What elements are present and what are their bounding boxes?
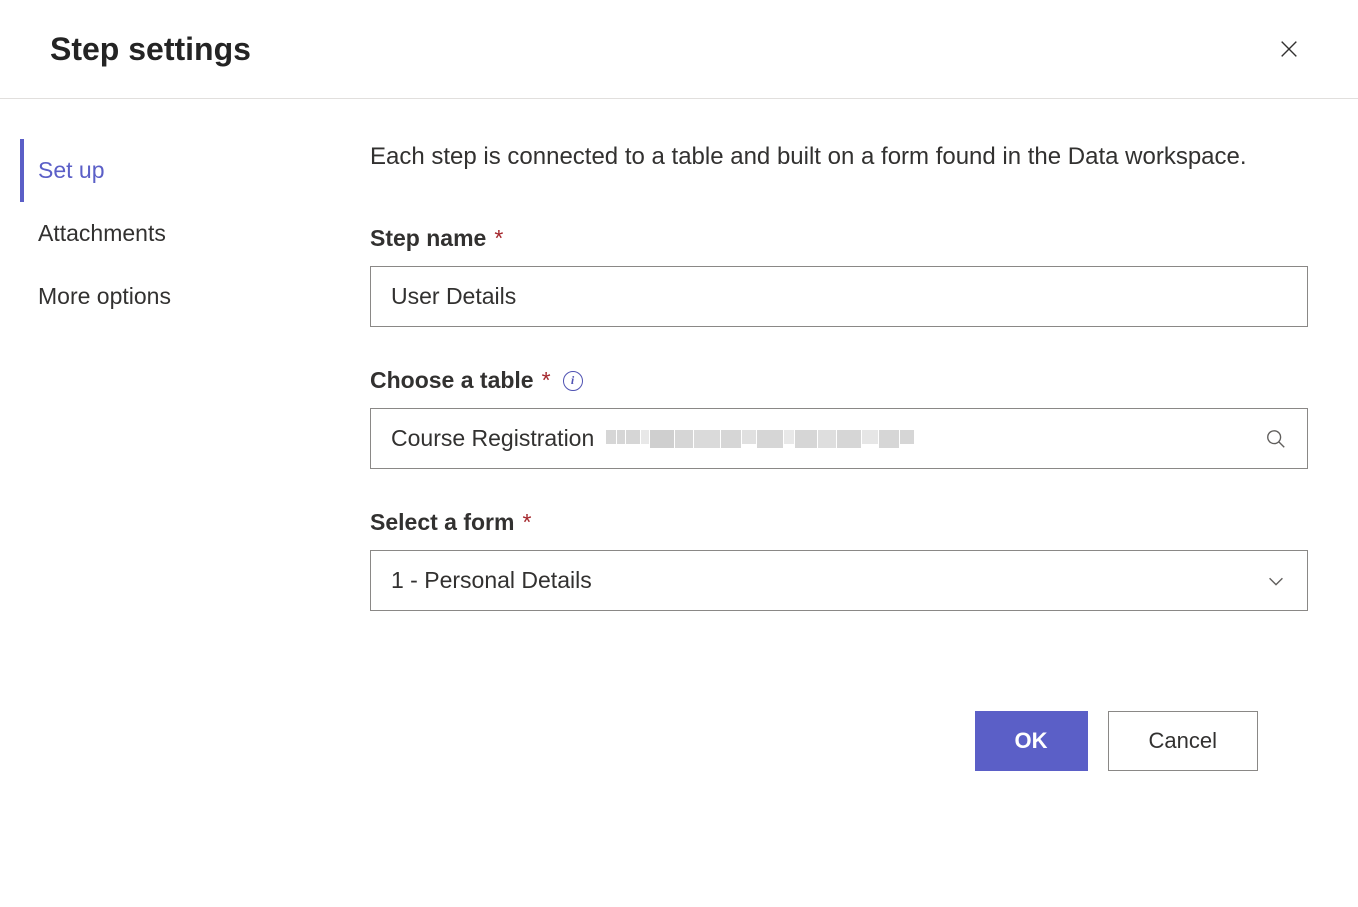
redacted-text [606, 430, 914, 448]
select-form-value: 1 - Personal Details [391, 567, 1265, 594]
choose-table-value: Course Registration [391, 425, 594, 452]
required-indicator: * [542, 367, 551, 394]
chevron-down-icon [1265, 570, 1287, 592]
dialog-footer: OK Cancel [370, 711, 1308, 771]
info-icon[interactable]: i [563, 371, 583, 391]
dialog-title: Step settings [50, 31, 251, 68]
required-indicator: * [522, 509, 531, 536]
field-select-form: Select a form * 1 - Personal Details [370, 509, 1308, 611]
ok-button[interactable]: OK [975, 711, 1088, 771]
choose-table-label-row: Choose a table * i [370, 367, 1308, 394]
field-choose-table: Choose a table * i Course Registration [370, 367, 1308, 469]
sidebar: Set up Attachments More options [0, 139, 340, 771]
setup-description: Each step is connected to a table and bu… [370, 139, 1308, 175]
field-step-name: Step name * [370, 225, 1308, 327]
select-form-label-row: Select a form * [370, 509, 1308, 536]
sidebar-item-attachments[interactable]: Attachments [20, 202, 340, 265]
dialog-body: Set up Attachments More options Each ste… [0, 99, 1358, 771]
close-icon [1278, 38, 1300, 60]
select-form-dropdown[interactable]: 1 - Personal Details [370, 550, 1308, 611]
search-icon [1265, 428, 1287, 450]
select-form-label: Select a form [370, 509, 514, 536]
sidebar-item-setup[interactable]: Set up [20, 139, 340, 202]
sidebar-item-more-options[interactable]: More options [20, 265, 340, 328]
step-name-label-row: Step name * [370, 225, 1308, 252]
choose-table-label: Choose a table [370, 367, 534, 394]
dialog-header: Step settings [0, 0, 1358, 99]
close-button[interactable] [1270, 30, 1308, 68]
required-indicator: * [494, 225, 503, 252]
choose-table-lookup[interactable]: Course Registration [370, 408, 1308, 469]
step-name-input[interactable] [370, 266, 1308, 327]
step-name-label: Step name [370, 225, 486, 252]
main-content: Each step is connected to a table and bu… [340, 139, 1358, 771]
cancel-button[interactable]: Cancel [1108, 711, 1258, 771]
